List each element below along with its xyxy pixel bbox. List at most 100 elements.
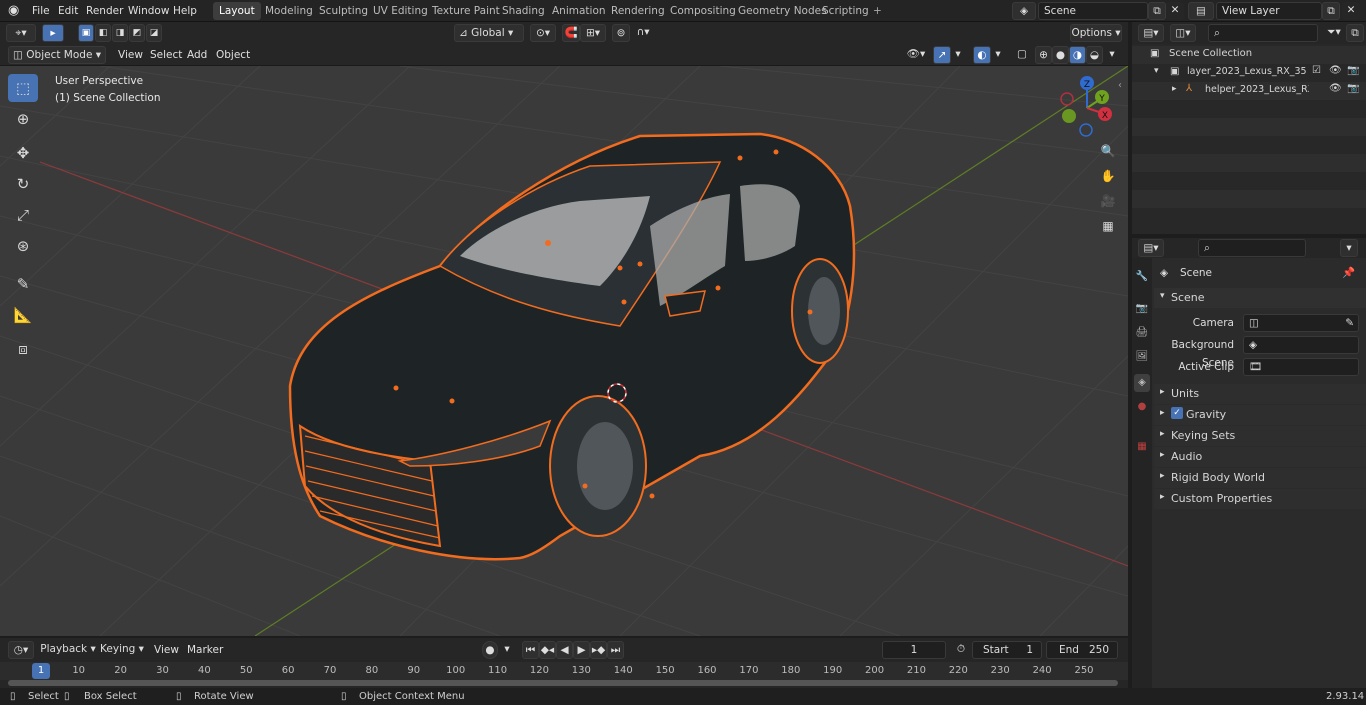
select-box-tool-icon[interactable]: ⬚ [8,74,38,102]
render-tab-icon[interactable]: 📷 [1134,300,1150,318]
menu-select[interactable]: Select [150,47,182,63]
camera-icon[interactable]: 📷 [1347,65,1359,76]
playback-menu[interactable]: Playback ▾ [40,641,96,659]
view-layer-selector-icon[interactable]: ▤ [1188,2,1214,20]
transform-tool-icon[interactable]: ⊛ [8,232,38,260]
menu-window[interactable]: Window [128,3,169,19]
add-cube-tool-icon[interactable]: ⧈ [8,335,38,363]
gizmo-toggle-icon[interactable]: ↗ [933,46,951,64]
tab-compositing[interactable]: Compositing [664,2,742,20]
select-tool-icon[interactable]: ▸ [42,24,64,42]
section-gravity[interactable]: ▸ ✓ Gravity [1154,405,1366,425]
section-rigid-body-world[interactable]: ▸ Rigid Body World [1154,468,1366,488]
tab-scripting[interactable]: Scripting [816,2,875,20]
xray-toggle-icon[interactable]: ▢ [1013,46,1031,64]
timeline-menu-marker[interactable]: Marker [187,642,223,658]
output-tab-icon[interactable]: 🖨 [1134,324,1150,342]
outliner-row-scene-collection[interactable]: ▣ Scene Collection [1132,46,1366,64]
prev-keyframe-icon[interactable]: ◆◂ [539,641,556,659]
delete-scene-icon[interactable]: ✕ [1166,2,1184,20]
outliner-row-helper[interactable]: ▸ ⅄ helper_2023_Lexus_RX_3 👁 📷 [1132,82,1366,100]
zoom-icon[interactable]: 🔍 [1097,140,1119,162]
sidebar-collapse-icon[interactable]: ‹ [1118,80,1122,91]
proportional-edit-icon[interactable]: ⊚ [612,24,630,42]
start-frame-field[interactable]: Start 1 [972,641,1042,659]
transform-orientation-dropdown[interactable]: ⊿ Global ▾ [454,24,524,42]
menu-render[interactable]: Render [86,3,123,19]
shading-material-icon[interactable]: ◑ [1069,46,1086,64]
play-reverse-icon[interactable]: ◀ [556,641,573,659]
shading-rendered-icon[interactable]: ◒ [1086,46,1103,64]
section-keying-sets[interactable]: ▸ Keying Sets [1154,426,1366,446]
cursor-tool-icon[interactable]: ⊕ [8,105,38,133]
scene-name-field[interactable]: Scene [1038,2,1148,20]
tab-rendering[interactable]: Rendering [605,2,671,20]
annotate-tool-icon[interactable]: ✎ [8,270,38,298]
add-workspace-button[interactable]: + [867,2,888,20]
properties-editor-type-icon[interactable]: ▤▾ [1138,239,1164,257]
select-invert-icon[interactable]: ◩ [129,24,145,42]
checkbox-icon[interactable]: ☑ [1312,65,1321,76]
record-icon[interactable]: ● [482,641,498,659]
jump-start-icon[interactable]: ⏮ [522,641,539,659]
select-subtract-icon[interactable]: ◨ [112,24,128,42]
menu-help[interactable]: Help [173,3,197,19]
section-audio[interactable]: ▸ Audio [1154,447,1366,467]
tab-sculpting[interactable]: Sculpting [313,2,374,20]
measure-tool-icon[interactable]: 📐 [8,301,38,329]
scale-tool-icon[interactable]: ⤢ [8,201,38,229]
blender-logo-icon[interactable]: ◉ [8,3,19,19]
overlay-dropdown-icon[interactable]: ▾ [991,46,1005,64]
visibility-filter-icon[interactable]: 👁▾ [902,46,930,64]
select-extend-icon[interactable]: ◧ [95,24,111,42]
falloff-icon[interactable]: ∩▾ [630,24,656,42]
pin-icon[interactable]: 📌 [1342,264,1355,282]
texture-tab-icon[interactable]: ▦ [1134,438,1150,456]
move-tool-icon[interactable]: ✥ [8,139,38,167]
scene-tab-icon[interactable]: ◈ [1134,374,1150,392]
play-icon[interactable]: ▶ [573,641,590,659]
tool-tab-icon[interactable]: 🔧 [1134,268,1150,286]
mode-dropdown[interactable]: ◫ Object Mode ▾ [8,46,106,64]
gravity-checkbox[interactable]: ✓ [1171,407,1183,419]
shading-dropdown-icon[interactable]: ▾ [1104,46,1120,64]
background-scene-field[interactable]: ◈ [1243,336,1359,354]
select-new-icon[interactable]: ▣ [78,24,94,42]
new-scene-icon[interactable]: ⧉ [1148,2,1166,20]
tab-texture-paint[interactable]: Texture Paint [426,2,506,20]
delete-view-layer-icon[interactable]: ✕ [1342,2,1360,20]
next-keyframe-icon[interactable]: ▸◆ [590,641,607,659]
filter-icon[interactable]: ⏷▾ [1322,24,1346,42]
active-clip-field[interactable]: 🎞 [1243,358,1359,376]
rotate-tool-icon[interactable]: ↻ [8,170,38,198]
menu-object[interactable]: Object [216,47,250,63]
snap-toggle-icon[interactable]: 🧲 [562,24,580,42]
overlay-toggle-icon[interactable]: ◐ [973,46,991,64]
car-model[interactable] [288,132,856,561]
options-dropdown[interactable]: Options ▾ [1070,24,1122,42]
end-frame-field[interactable]: End 250 [1046,641,1118,659]
new-collection-icon[interactable]: ⧉ [1346,24,1364,42]
scene-selector-icon[interactable]: ◈ [1012,2,1036,20]
outliner-search-input[interactable]: ⌕ [1208,24,1318,42]
section-units[interactable]: ▸ Units [1154,384,1366,404]
camera-icon[interactable]: 📷 [1347,83,1359,94]
menu-view[interactable]: View [118,47,143,63]
tab-animation[interactable]: Animation [546,2,612,20]
3d-viewport[interactable]: Z Y X User Perspective (1) Scene Collect… [0,66,1128,636]
tab-shading[interactable]: Shading [496,2,551,20]
properties-options-icon[interactable]: ▾ [1340,239,1358,257]
menu-add[interactable]: Add [187,47,207,63]
scene-panel-header[interactable]: ▾ Scene [1154,288,1366,308]
current-frame-field[interactable]: 1 [882,641,946,659]
stopwatch-icon[interactable]: ⏱ [952,641,970,659]
timeline-menu-view[interactable]: View [154,642,179,658]
snap-target-icon[interactable]: ⊞▾ [580,24,606,42]
timeline-editor-type-icon[interactable]: ◷▾ [8,641,34,659]
outliner-editor-type-icon[interactable]: ▤▾ [1138,24,1164,42]
perspective-grid-icon[interactable]: ▦ [1097,215,1119,237]
record-options-icon[interactable]: ▾ [500,641,514,659]
tab-modeling[interactable]: Modeling [259,2,319,20]
new-view-layer-icon[interactable]: ⧉ [1322,2,1340,20]
view-layer-field[interactable]: View Layer [1216,2,1322,20]
